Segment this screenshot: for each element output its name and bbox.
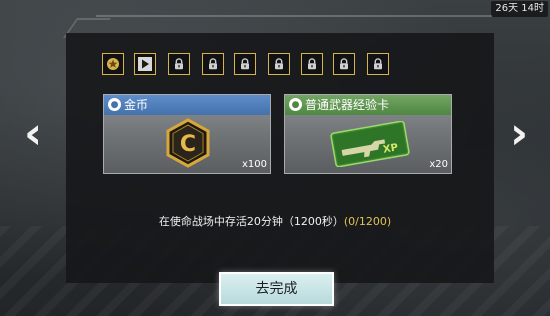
reward-name: 金币 — [124, 98, 149, 112]
stage-tab-9[interactable] — [367, 53, 389, 75]
lock-icon — [275, 58, 283, 70]
lock-icon — [340, 58, 348, 70]
stage-tab-5[interactable] — [234, 53, 256, 75]
stage-tab-4[interactable] — [202, 53, 224, 75]
reward-card-header: ● 普通武器经验卡 — [285, 95, 451, 115]
info-icon: ● — [289, 98, 302, 111]
reward-quantity: x20 — [429, 159, 448, 170]
stage-tab-2[interactable] — [134, 53, 156, 75]
stage-tab-6[interactable] — [268, 53, 290, 75]
panel-top-edge — [96, 15, 492, 17]
c-coin-icon: C — [166, 118, 210, 168]
weapon-xp-card-icon: XP — [330, 121, 410, 167]
task-progress: (0/1200) — [343, 215, 392, 228]
lock-icon — [175, 58, 183, 70]
play-icon — [138, 57, 152, 71]
task-text: 在使命战场中存活20分钟（1200秒） — [158, 215, 344, 228]
prev-page-arrow[interactable]: ‹ — [24, 108, 42, 160]
stage-tab-8[interactable] — [333, 53, 355, 75]
lock-icon — [241, 58, 249, 70]
lock-icon — [209, 58, 217, 70]
lock-icon — [308, 58, 316, 70]
next-page-arrow[interactable]: › — [510, 108, 528, 160]
event-timer: 26天 14时 — [491, 1, 548, 17]
svg-text:C: C — [180, 132, 196, 157]
reward-card-coins[interactable]: ● 金币 C x100 — [103, 94, 271, 174]
info-icon: ● — [108, 98, 121, 111]
star-coin-icon — [107, 58, 119, 70]
stage-tab-1[interactable] — [102, 53, 124, 75]
go-complete-button[interactable]: 去完成 — [219, 272, 334, 306]
reward-card-weapon-xp[interactable]: ● 普通武器经验卡 XP x20 — [284, 94, 452, 174]
stage-tab-7[interactable] — [301, 53, 323, 75]
task-description: 在使命战场中存活20分钟（1200秒）(0/1200) — [0, 213, 550, 229]
reward-quantity: x100 — [241, 159, 267, 170]
reward-card-header: ● 金币 — [104, 95, 270, 115]
lock-icon — [374, 58, 382, 70]
reward-name: 普通武器经验卡 — [305, 98, 390, 112]
stage-tab-3[interactable] — [168, 53, 190, 75]
